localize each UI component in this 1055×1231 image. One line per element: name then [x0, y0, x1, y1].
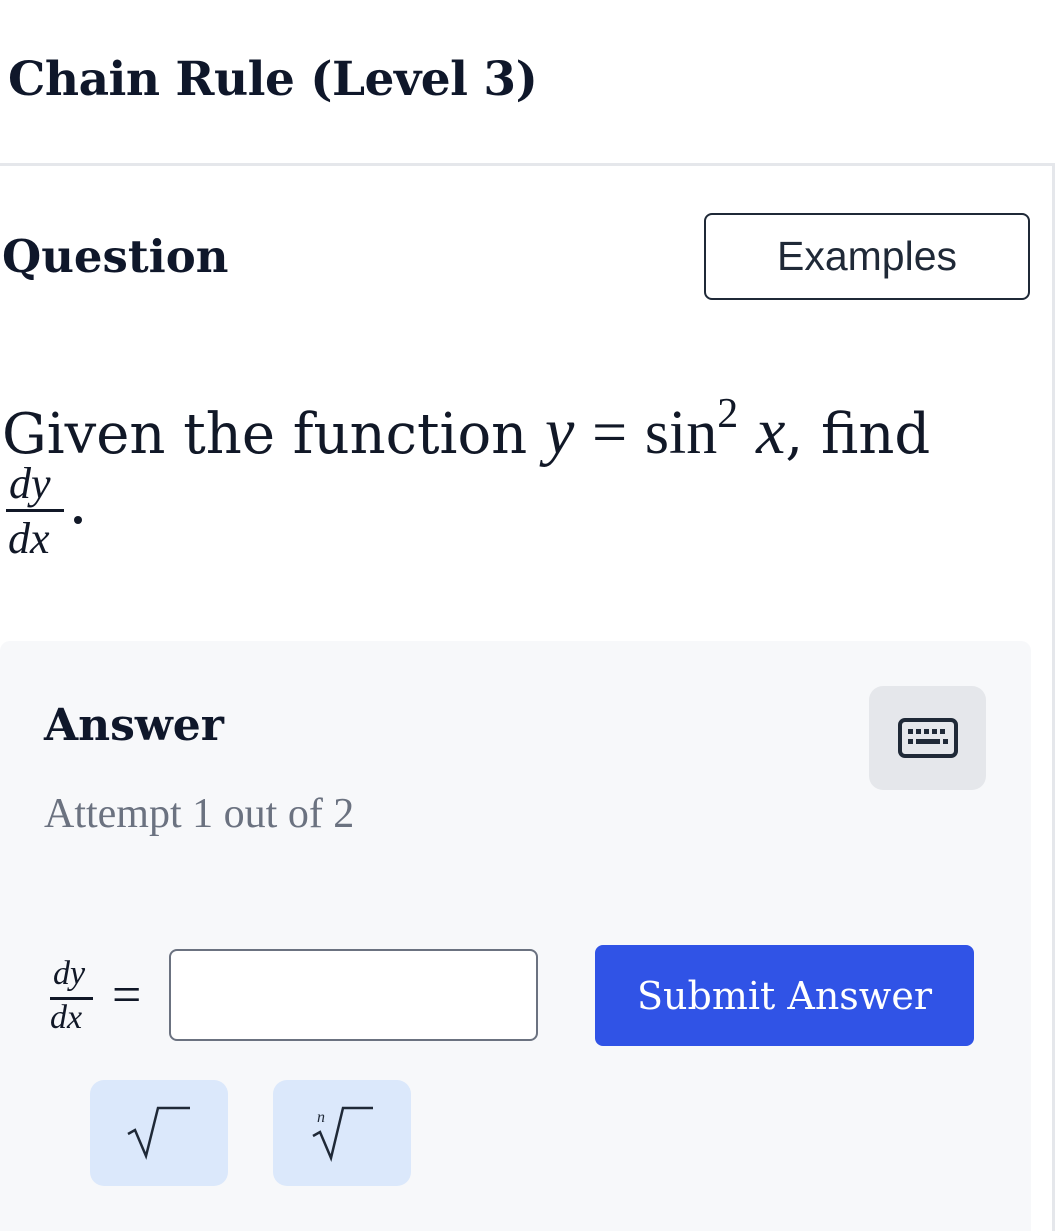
answer-lhs-fraction: dy dx: [48, 955, 96, 1039]
answer-input[interactable]: [169, 949, 538, 1041]
sentence-period: [74, 516, 82, 524]
fraction-numerator: dy: [9, 459, 51, 508]
keyboard-toggle-button[interactable]: [869, 686, 986, 790]
question-prompt: Given the function y = sin2 x, find: [2, 372, 930, 477]
nth-root-icon: n: [312, 1106, 373, 1162]
square-root-icon: [127, 1106, 190, 1160]
keyboard-icon: [897, 718, 958, 758]
function-name: sin: [644, 399, 718, 467]
prompt-prefix: Given the function: [2, 402, 528, 467]
answer-heading: Answer: [44, 700, 224, 751]
question-heading: Question: [2, 230, 229, 283]
page: Chain Rule (Level 3) Question Examples G…: [0, 0, 1055, 1231]
submit-answer-button[interactable]: Submit Answer: [595, 945, 974, 1046]
page-header: Chain Rule (Level 3): [0, 0, 1055, 166]
nth-root-index: n: [317, 1109, 325, 1126]
square-root-button[interactable]: [90, 1080, 228, 1186]
answer-lhs-denominator: dx: [50, 999, 83, 1036]
prompt-suffix: , find: [785, 402, 931, 467]
answer-lhs-numerator: dy: [53, 955, 86, 992]
function-equals: =: [592, 399, 628, 467]
page-title: Chain Rule (Level 3): [8, 52, 538, 107]
attempt-counter: Attempt 1 out of 2: [44, 791, 355, 837]
function-arg: x: [756, 395, 786, 468]
examples-button[interactable]: Examples: [704, 213, 1030, 300]
answer-equals: =: [112, 967, 142, 1024]
function-exponent: 2: [717, 391, 739, 437]
function-lhs: y: [545, 395, 575, 468]
nth-root-button[interactable]: n: [273, 1080, 411, 1186]
fraction-bar: [6, 509, 64, 512]
fraction-denominator: dx: [8, 514, 50, 563]
derivative-fraction: dy dx: [6, 458, 66, 563]
